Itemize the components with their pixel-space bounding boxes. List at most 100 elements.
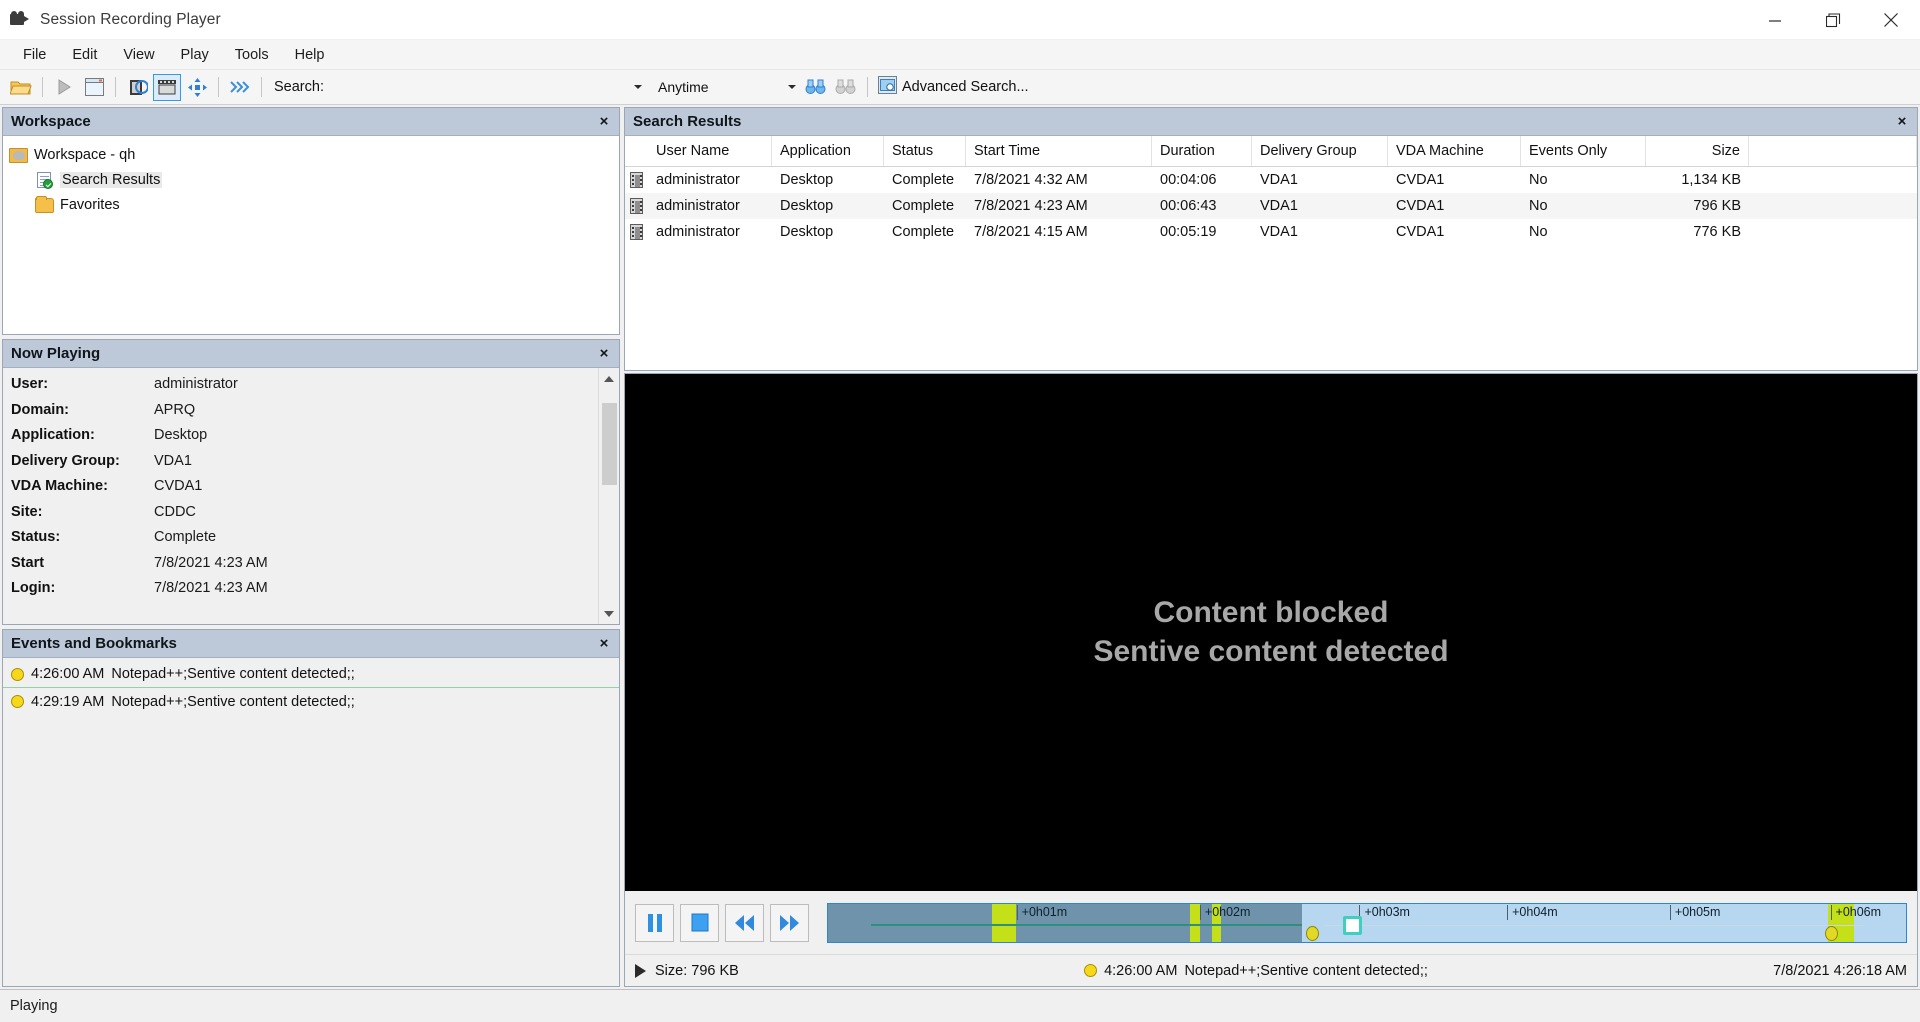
column-header-application[interactable]: Application: [772, 136, 884, 166]
minimize-icon[interactable]: [1746, 0, 1804, 40]
recording-icon[interactable]: [123, 74, 151, 101]
workspace-panel-title: Workspace: [11, 113, 595, 130]
fast-forward-button[interactable]: [770, 904, 809, 942]
advanced-search-label: Advanced Search...: [902, 79, 1029, 95]
scroll-down-icon[interactable]: [599, 603, 620, 624]
field-login: Login: 7/8/2021 4:23 AM: [11, 580, 619, 606]
now-playing-panel: Now Playing × User: administrator Domain…: [2, 339, 620, 625]
main-body: Workspace × Workspace - qh Search Result…: [0, 105, 1920, 989]
close-icon[interactable]: ×: [595, 113, 613, 131]
playback-timeline[interactable]: +0h01m +0h02m +0h03m +0h04m +0h05m +0h06…: [827, 903, 1907, 943]
cell-user-name: administrator: [648, 219, 772, 245]
field-domain: Domain: APRQ: [11, 402, 619, 428]
column-header-duration[interactable]: Duration: [1152, 136, 1252, 166]
window-icon[interactable]: [80, 74, 108, 101]
column-header-delivery-group[interactable]: Delivery Group: [1252, 136, 1388, 166]
timeline-tick-label: +0h04m: [1507, 905, 1558, 920]
cell-application: Desktop: [772, 219, 884, 245]
column-header-start-time[interactable]: Start Time: [966, 136, 1152, 166]
time-filter-select[interactable]: Anytime: [653, 76, 801, 98]
field-vda-machine: VDA Machine: CVDA1: [11, 478, 619, 504]
column-header-vda-machine[interactable]: VDA Machine: [1388, 136, 1521, 166]
event-time: 4:26:00 AM: [31, 666, 104, 682]
now-playing-scrollbar[interactable]: [598, 368, 619, 624]
search-results-title: Search Results: [633, 113, 1893, 130]
timeline-event-marker[interactable]: [1825, 926, 1838, 941]
chevrons-right-icon[interactable]: [226, 74, 254, 101]
now-playing-panel-header: Now Playing ×: [3, 340, 619, 368]
cell-delivery-group: VDA1: [1252, 193, 1388, 219]
current-event-time: 4:26:00 AM: [1104, 963, 1177, 979]
table-row[interactable]: administrator Desktop Complete 7/8/2021 …: [625, 167, 1917, 193]
cell-events-only: No: [1521, 167, 1646, 193]
play-icon[interactable]: [50, 74, 78, 101]
timeline-tick-label: +0h05m: [1670, 905, 1721, 920]
menu-play[interactable]: Play: [168, 42, 222, 68]
scrollbar-track[interactable]: [599, 389, 620, 603]
tree-item-label: Workspace - qh: [34, 147, 135, 163]
field-label: Login:: [11, 580, 154, 596]
menu-tools[interactable]: Tools: [222, 42, 282, 68]
list-item[interactable]: 4:26:00 AM Notepad++;Sentive content det…: [3, 661, 619, 688]
event-text: Notepad++;Sentive content detected;;: [111, 666, 354, 682]
advanced-search-button[interactable]: Advanced Search...: [878, 76, 1029, 98]
menu-file[interactable]: File: [10, 42, 59, 68]
stop-button[interactable]: [680, 904, 719, 942]
yellow-dot-icon: [11, 668, 24, 681]
field-value: APRQ: [154, 402, 195, 418]
content-blocked-message: Content blocked Sentive content detected: [1093, 593, 1448, 671]
tree-item-search-results[interactable]: Search Results: [9, 167, 619, 192]
menu-edit[interactable]: Edit: [59, 42, 110, 68]
column-header-size[interactable]: Size: [1646, 136, 1749, 166]
folder-open-icon[interactable]: [7, 74, 35, 101]
pause-button[interactable]: [635, 904, 674, 942]
right-content-column: Search Results × User Name Application S…: [622, 105, 1920, 989]
menu-view[interactable]: View: [110, 42, 167, 68]
table-row[interactable]: administrator Desktop Complete 7/8/2021 …: [625, 193, 1917, 219]
pan-move-icon[interactable]: [183, 74, 211, 101]
table-row[interactable]: administrator Desktop Complete 7/8/2021 …: [625, 219, 1917, 245]
toolbar-separator-4: [261, 77, 262, 97]
field-value: 7/8/2021 4:23 AM: [154, 580, 268, 596]
player-controls-bar: +0h01m +0h02m +0h03m +0h04m +0h05m +0h06…: [625, 890, 1917, 954]
binoculars-icon[interactable]: [802, 74, 830, 101]
tree-item-workspace[interactable]: Workspace - qh: [9, 142, 619, 167]
cell-status: Complete: [884, 219, 966, 245]
close-icon[interactable]: ×: [595, 345, 613, 363]
field-label: VDA Machine:: [11, 478, 154, 494]
timeline-event-marker[interactable]: [1306, 926, 1319, 941]
timeline-scrubber-handle[interactable]: [1343, 916, 1362, 935]
cell-start-time: 7/8/2021 4:23 AM: [966, 193, 1152, 219]
workspace-panel-body: Workspace - qh Search Results Favorites: [3, 136, 619, 334]
close-icon[interactable]: [1862, 0, 1920, 40]
timeline-tick-label: +0h01m: [1017, 905, 1068, 920]
restore-icon[interactable]: [1804, 0, 1862, 40]
field-value: CVDA1: [154, 478, 202, 494]
chevron-down-icon[interactable]: [634, 85, 642, 89]
tree-item-favorites[interactable]: Favorites: [9, 192, 619, 217]
close-icon[interactable]: ×: [595, 635, 613, 653]
search-input[interactable]: [330, 76, 647, 98]
scrollbar-thumb[interactable]: [602, 403, 617, 485]
chevron-down-icon[interactable]: [788, 85, 796, 89]
menu-help[interactable]: Help: [282, 42, 338, 68]
timeline-tick-label: +0h03m: [1359, 905, 1410, 920]
filmstrip-icon[interactable]: [153, 74, 181, 101]
column-header-status[interactable]: Status: [884, 136, 966, 166]
close-icon[interactable]: ×: [1893, 113, 1911, 131]
field-label: Status:: [11, 529, 154, 545]
video-stage[interactable]: Content blocked Sentive content detected: [625, 374, 1917, 890]
recording-file-icon: [628, 171, 645, 189]
toolbar-separator-3: [218, 77, 219, 97]
cell-events-only: No: [1521, 193, 1646, 219]
column-header-user-name[interactable]: User Name: [648, 136, 772, 166]
field-value: Complete: [154, 529, 216, 545]
scroll-up-icon[interactable]: [599, 368, 620, 389]
field-status: Status: Complete: [11, 529, 619, 555]
list-item[interactable]: 4:29:19 AM Notepad++;Sentive content det…: [3, 688, 619, 715]
column-header-events-only[interactable]: Events Only: [1521, 136, 1646, 166]
timeline-remaining-line: [1324, 925, 1863, 926]
field-label: Start: [11, 555, 154, 571]
current-event-text: Notepad++;Sentive content detected;;: [1184, 963, 1427, 979]
rewind-button[interactable]: [725, 904, 764, 942]
